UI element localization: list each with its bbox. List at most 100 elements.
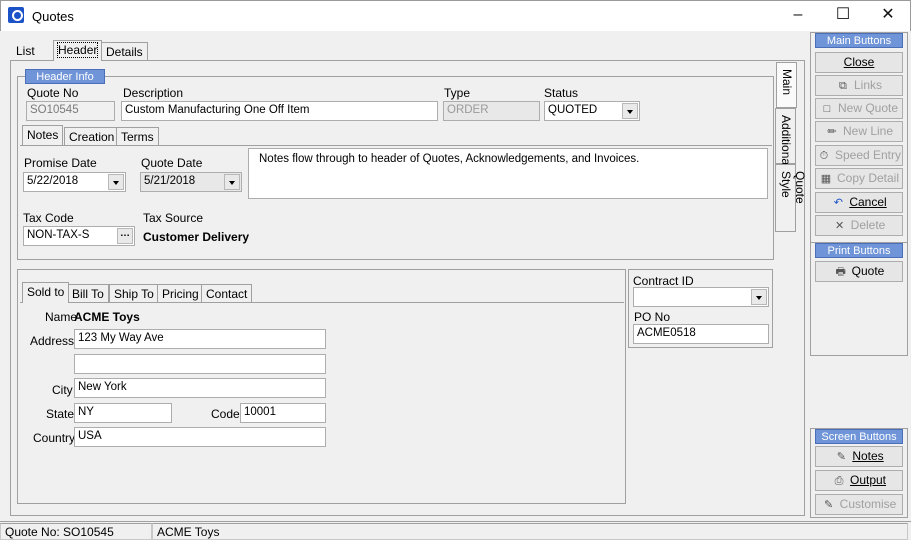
address-line1-field[interactable]: 123 My Way Ave	[74, 329, 326, 349]
quote-date-field[interactable]: 5/21/2018	[140, 172, 242, 192]
notes-icon: ✎	[836, 451, 846, 463]
contract-id-select[interactable]	[633, 287, 769, 307]
tax-source-value: Customer Delivery	[143, 230, 250, 244]
address-label: Address	[30, 334, 75, 348]
speed-entry-button[interactable]: ⏱ Speed Entry	[815, 145, 903, 166]
customise-button-label: Customise	[839, 497, 897, 511]
delete-button[interactable]: ✕ Delete	[815, 215, 903, 236]
promise-date-field[interactable]: 5/22/2018	[23, 172, 126, 192]
new-line-button[interactable]: ✏ New Line	[815, 121, 903, 142]
new-quote-button-label: New Quote	[837, 101, 899, 115]
tab-header-label: Header	[56, 42, 99, 58]
chevron-down-icon[interactable]	[751, 289, 767, 305]
chevron-down-icon[interactable]	[622, 103, 638, 119]
print-buttons-title: Print Buttons	[815, 243, 903, 258]
print-buttons-group	[810, 242, 908, 356]
stopwatch-icon: ⏱	[819, 150, 829, 162]
cancel-button-label: Cancel	[849, 195, 887, 209]
delete-x-icon: ✕	[835, 220, 845, 232]
side-tab-quote-style-label: Quote Style	[779, 171, 807, 204]
tab-header[interactable]: Header	[53, 40, 103, 61]
tab-details[interactable]: Details	[101, 42, 148, 61]
tab-terms-label: Terms	[121, 130, 154, 144]
tab-pricing[interactable]: Pricing	[157, 284, 204, 303]
print-quote-button-label: Quote	[851, 264, 885, 278]
cancel-button[interactable]: ↶ Cancel	[815, 192, 903, 213]
customise-button[interactable]: ✎ Customise	[815, 494, 903, 515]
notes-textarea[interactable]: Notes flow through to header of Quotes, …	[248, 148, 768, 199]
address-line2-field[interactable]	[74, 354, 326, 374]
main-buttons-title: Main Buttons	[815, 33, 903, 48]
country-field[interactable]: USA	[74, 427, 326, 447]
status-select[interactable]: QUOTED	[544, 101, 640, 121]
promise-date-value: 5/22/2018	[27, 175, 79, 187]
tab-notes-label: Notes	[27, 128, 59, 142]
tab-list[interactable]: List	[12, 42, 39, 61]
po-no-field[interactable]: ACME0518	[633, 324, 769, 344]
name-label: Name	[45, 310, 78, 324]
city-label: City	[52, 383, 73, 397]
po-no-label: PO No	[634, 310, 671, 324]
tax-code-field[interactable]: NON-TAX-S …	[23, 226, 135, 246]
new-line-button-label: New Line	[842, 124, 894, 138]
tax-source-label: Tax Source	[143, 211, 204, 225]
side-tab-additional-label: Additional	[779, 115, 793, 168]
tax-code-label: Tax Code	[23, 211, 74, 225]
tab-bill-to[interactable]: Bill To	[67, 284, 109, 303]
description-label: Description	[123, 86, 184, 100]
tab-sold-to[interactable]: Sold to	[22, 282, 70, 303]
tab-bill-to-label: Bill To	[72, 287, 104, 301]
new-quote-button[interactable]: □ New Quote	[815, 98, 903, 119]
tab-contact[interactable]: Contact	[201, 284, 253, 303]
maximize-icon[interactable]: ☐	[820, 1, 866, 31]
state-field[interactable]: NY	[74, 403, 172, 423]
chevron-down-icon[interactable]	[108, 174, 124, 190]
close-button-label: Close	[843, 55, 875, 69]
tab-ship-to-label: Ship To	[114, 287, 154, 301]
city-field[interactable]: New York	[74, 378, 326, 398]
tax-code-value: NON-TAX-S	[27, 229, 90, 241]
tab-creation[interactable]: Creation	[64, 127, 120, 146]
copy-detail-button[interactable]: ▦ Copy Detail	[815, 168, 903, 189]
screen-buttons-title: Screen Buttons	[815, 429, 903, 444]
side-tab-additional[interactable]: Additional	[775, 108, 796, 168]
lookup-ellipsis-button[interactable]: …	[117, 228, 133, 244]
side-tab-main[interactable]: Main	[776, 62, 797, 108]
tab-terms[interactable]: Terms	[116, 127, 159, 146]
zip-code-field[interactable]: 10001	[240, 403, 326, 423]
status-value: QUOTED	[548, 104, 598, 116]
output-button[interactable]: ⎙ Output	[815, 470, 903, 491]
side-tab-quote-style[interactable]: Quote Style	[775, 164, 807, 232]
description-field[interactable]: Custom Manufacturing One Off Item	[121, 101, 438, 121]
quote-date-label: Quote Date	[141, 156, 203, 170]
minimize-icon[interactable]: –	[775, 1, 821, 31]
address-tab-divider	[20, 302, 624, 303]
links-icon: ⧉	[839, 80, 847, 92]
links-button[interactable]: ⧉ Links	[815, 75, 903, 96]
close-icon[interactable]: ✕	[865, 1, 911, 31]
title-bar: Quotes – ☐ ✕	[0, 0, 911, 31]
notes-button-label: Notes	[852, 449, 884, 463]
links-button-label: Links	[853, 78, 882, 92]
window-title: Quotes	[32, 9, 74, 24]
pen-icon: ✏	[827, 126, 837, 138]
tab-ship-to[interactable]: Ship To	[109, 284, 159, 303]
app-icon	[8, 7, 24, 23]
type-field: ORDER	[443, 101, 540, 121]
notes-button[interactable]: ✎ Notes	[815, 446, 903, 467]
tab-notes[interactable]: Notes	[22, 125, 64, 145]
chevron-down-icon[interactable]	[224, 174, 240, 190]
header-info-title: Header Info	[25, 69, 105, 84]
output-button-label: Output	[849, 473, 887, 487]
close-button[interactable]: Close	[815, 52, 903, 73]
print-quote-button[interactable]: 🖶 Quote	[815, 261, 903, 282]
promise-date-label: Promise Date	[24, 156, 97, 170]
country-label: Country	[33, 431, 76, 445]
tab-details-label: Details	[106, 45, 143, 59]
contract-id-label: Contract ID	[633, 274, 694, 288]
quote-no-field[interactable]: SO10545	[26, 101, 115, 121]
delete-button-label: Delete	[850, 218, 886, 232]
status-customer: ACME Toys	[152, 523, 908, 540]
quote-date-value: 5/21/2018	[144, 175, 196, 187]
subtab-divider	[20, 145, 772, 146]
